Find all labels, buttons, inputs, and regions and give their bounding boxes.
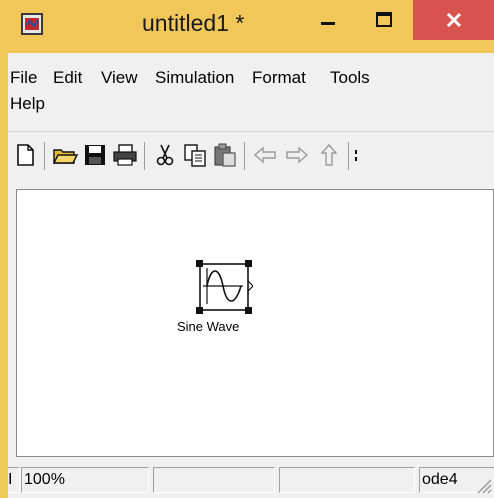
window-client: File Edit View Simulation Format Tools H… — [8, 53, 494, 498]
more-icon[interactable] — [352, 142, 362, 168]
simulink-app-icon[interactable] — [20, 12, 44, 36]
up-icon[interactable] — [316, 142, 342, 168]
close-icon — [446, 12, 461, 28]
toolbar-separator — [348, 142, 349, 170]
status-cell-2 — [153, 467, 275, 493]
toolbar — [8, 131, 494, 179]
block-label[interactable]: Sine Wave — [177, 319, 239, 334]
toolbar-separator — [244, 142, 245, 170]
minimize-button[interactable] — [300, 0, 356, 40]
save-icon[interactable] — [82, 142, 108, 168]
minimize-icon — [321, 22, 335, 25]
status-bar: I 100% ode4 — [8, 462, 494, 498]
menu-tools[interactable]: Tools — [330, 68, 370, 88]
new-icon[interactable] — [12, 142, 38, 168]
sine-wave-icon[interactable] — [195, 260, 253, 314]
toolbar-separator — [44, 142, 45, 170]
forward-icon[interactable] — [284, 142, 310, 168]
menu-edit[interactable]: Edit — [53, 68, 82, 88]
maximize-button[interactable] — [356, 0, 412, 40]
print-icon[interactable] — [112, 142, 138, 168]
back-icon[interactable] — [252, 142, 278, 168]
model-canvas[interactable]: Sine Wave — [16, 189, 494, 457]
model-window: untitled1 * File Edit View Simulation Fo… — [0, 0, 494, 498]
status-cell-3 — [279, 467, 415, 493]
menu-simulation[interactable]: Simulation — [155, 68, 234, 88]
toolbar-separator — [144, 142, 145, 170]
close-button[interactable] — [413, 0, 494, 40]
maximize-icon — [376, 12, 392, 27]
resize-grip-icon[interactable] — [472, 474, 492, 494]
menu-bar: File Edit View Simulation Format Tools H… — [8, 53, 494, 131]
menu-format[interactable]: Format — [252, 68, 306, 88]
menu-help[interactable]: Help — [10, 94, 45, 114]
paste-icon[interactable] — [212, 142, 238, 168]
copy-icon[interactable] — [182, 142, 208, 168]
menu-view[interactable]: View — [101, 68, 138, 88]
menu-file[interactable]: File — [10, 68, 37, 88]
status-zoom: 100% — [21, 467, 149, 493]
title-bar[interactable]: untitled1 * — [0, 0, 494, 53]
open-icon[interactable] — [52, 142, 78, 168]
cut-icon[interactable] — [152, 142, 178, 168]
window-title: untitled1 * — [142, 10, 245, 36]
status-cell-first: I — [8, 467, 20, 493]
